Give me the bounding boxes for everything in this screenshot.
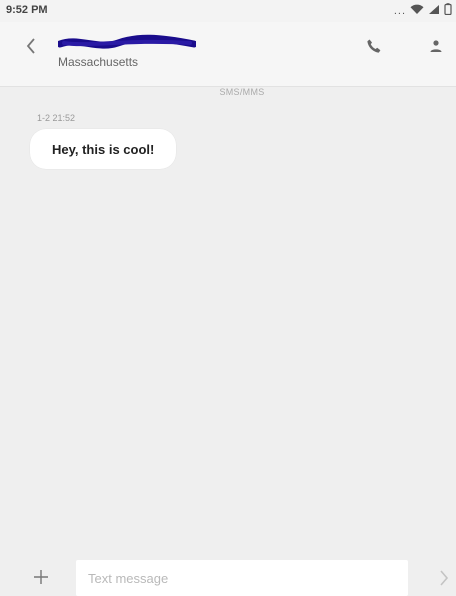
message-timestamp: 1-2 21:52 [37,113,76,123]
add-attachment-button[interactable] [30,566,52,588]
call-button[interactable] [362,34,386,58]
message-text: Hey, this is cool! [52,141,155,157]
contact-info-button[interactable] [424,34,448,58]
person-icon [430,40,442,52]
composer-bar [0,560,456,596]
status-bar: 9:52 PM ... [0,0,456,22]
chevron-left-icon [26,38,35,54]
send-chevron-icon [440,570,449,586]
battery-icon [444,2,452,20]
send-button[interactable] [436,567,452,589]
message-input[interactable] [76,560,408,596]
contact-name-redacted [58,34,196,49]
status-time: 9:52 PM [6,4,48,16]
contact-location: Massachusetts [58,55,139,69]
thread-type-label: SMS/MMS [219,87,265,97]
plus-icon [34,570,48,584]
conversation-header: Massachusetts [0,22,456,87]
wifi-icon [410,2,424,20]
overflow-dots: ... [393,5,406,17]
phone-icon [367,39,381,53]
message-bubble[interactable]: Hey, this is cool! [30,129,177,169]
status-icons: ... [394,3,452,19]
back-button[interactable] [20,34,42,58]
signal-icon [428,2,440,20]
